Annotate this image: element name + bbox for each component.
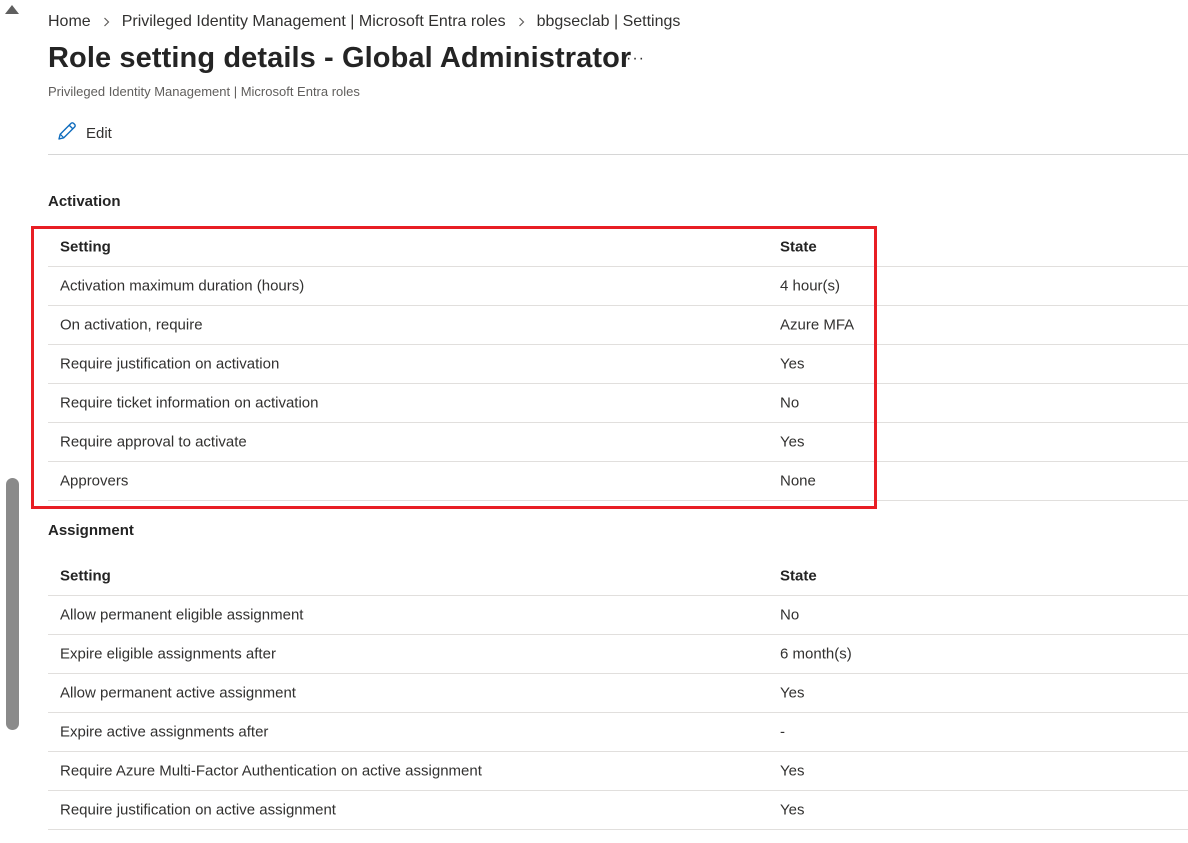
assignment-table: Setting State Allow permanent eligible a… (48, 557, 1188, 830)
table-row: Activation maximum duration (hours) 4 ho… (48, 267, 1188, 306)
breadcrumb-pim[interactable]: Privileged Identity Management | Microso… (122, 13, 506, 31)
column-header-setting: Setting (60, 238, 111, 256)
setting-cell: Allow permanent active assignment (60, 684, 296, 702)
column-header-state: State (780, 567, 817, 585)
table-row: Expire eligible assignments after 6 mont… (48, 635, 1188, 674)
activation-table: Setting State Activation maximum duratio… (48, 228, 1188, 501)
setting-cell: Require approval to activate (60, 433, 247, 451)
chevron-right-icon (518, 17, 525, 27)
table-row: On activation, require Azure MFA (48, 306, 1188, 345)
chevron-right-icon (103, 17, 110, 27)
table-row: Allow permanent active assignment Yes (48, 674, 1188, 713)
vertical-scrollbar[interactable] (0, 0, 26, 843)
table-row: Require ticket information on activation… (48, 384, 1188, 423)
setting-cell: Allow permanent eligible assignment (60, 606, 304, 624)
state-cell: None (780, 472, 816, 490)
state-cell: Yes (780, 355, 805, 373)
breadcrumb: Home Privileged Identity Management | Mi… (48, 13, 680, 31)
scroll-thumb[interactable] (6, 478, 19, 730)
state-cell: No (780, 394, 800, 412)
setting-cell: Require justification on active assignme… (60, 801, 336, 819)
table-row: Require justification on activation Yes (48, 345, 1188, 384)
pencil-icon (56, 120, 78, 147)
setting-cell: Approvers (60, 472, 129, 490)
activation-section-title: Activation (48, 193, 121, 210)
state-cell: Azure MFA (780, 316, 855, 334)
table-row: Require justification on active assignme… (48, 791, 1188, 830)
setting-cell: Activation maximum duration (hours) (60, 277, 305, 295)
setting-cell: Require justification on activation (60, 355, 280, 373)
table-row: Approvers None (48, 462, 1188, 501)
column-header-state: State (780, 238, 817, 256)
setting-cell: Require Azure Multi-Factor Authenticatio… (60, 762, 482, 780)
state-cell: Yes (780, 684, 805, 702)
column-header-setting: Setting (60, 567, 111, 585)
table-row: Require approval to activate Yes (48, 423, 1188, 462)
state-cell: No (780, 606, 800, 624)
page-subtitle: Privileged Identity Management | Microso… (48, 84, 360, 99)
table-row: Require Azure Multi-Factor Authenticatio… (48, 752, 1188, 791)
more-options-button[interactable]: ··· (626, 50, 645, 68)
edit-label: Edit (86, 125, 112, 142)
state-cell: Yes (780, 801, 805, 819)
state-cell: Yes (780, 433, 805, 451)
state-cell: 4 hour(s) (780, 277, 841, 295)
state-cell: 6 month(s) (780, 645, 852, 663)
state-cell: Yes (780, 762, 805, 780)
setting-cell: Require ticket information on activation (60, 394, 319, 412)
table-row: Expire active assignments after - (48, 713, 1188, 752)
scroll-up-icon[interactable] (5, 5, 19, 14)
setting-cell: Expire eligible assignments after (60, 645, 276, 663)
breadcrumb-home[interactable]: Home (48, 13, 91, 31)
toolbar: Edit (48, 118, 1188, 155)
setting-cell: On activation, require (60, 316, 203, 334)
edit-button[interactable]: Edit (56, 120, 112, 147)
breadcrumb-settings[interactable]: bbgseclab | Settings (537, 13, 681, 31)
table-header-row: Setting State (48, 557, 1188, 596)
state-cell: - (780, 723, 785, 741)
assignment-section-title: Assignment (48, 522, 134, 539)
main-content: Home Privileged Identity Management | Mi… (48, 0, 1188, 843)
setting-cell: Expire active assignments after (60, 723, 269, 741)
page-title: Role setting details - Global Administra… (48, 42, 632, 74)
table-header-row: Setting State (48, 228, 1188, 267)
table-row: Allow permanent eligible assignment No (48, 596, 1188, 635)
